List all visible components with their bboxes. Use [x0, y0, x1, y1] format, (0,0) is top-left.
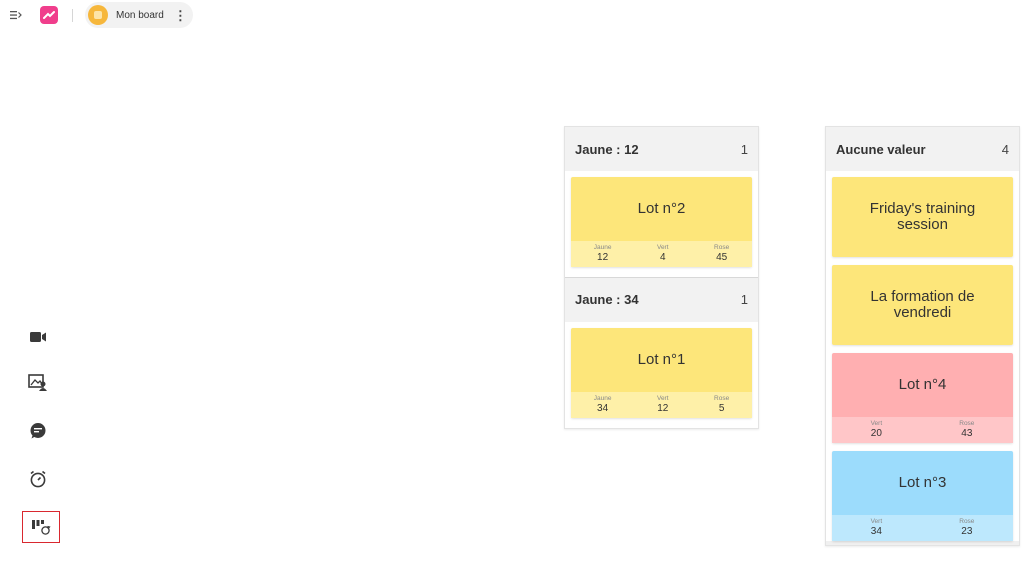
field-jaune: Jaune 12 [594, 244, 612, 264]
field-value: 45 [716, 251, 728, 263]
field-label: Rose [714, 244, 730, 251]
field-value: 12 [657, 402, 669, 414]
field-value: 4 [659, 251, 666, 263]
card-title: Lot n°1 [637, 350, 686, 368]
field-label: Vert [870, 517, 883, 525]
field-label: Rose [959, 420, 975, 427]
field-label: Vert [656, 244, 669, 251]
image-user-icon[interactable] [27, 372, 49, 394]
group-body: Lot n°2 Jaune 12 Vert 4 Rose 45 [565, 171, 758, 277]
kanban-column-jaune: Jaune : 12 1 Lot n°2 Jaune 12 Vert 4 Rose 4… [564, 126, 759, 429]
field-label: Vert [870, 420, 883, 427]
group-title: Jaune : 34 [575, 292, 639, 308]
video-icon[interactable] [27, 326, 49, 348]
group-count: 1 [740, 292, 748, 308]
board-avatar-icon [88, 5, 108, 25]
app-logo-icon[interactable] [40, 6, 58, 24]
field-vert: Vert 34 [871, 518, 883, 538]
column-group-jaune-34: Jaune : 34 1 Lot n°1 Jaune 34 Vert 12 Rose… [565, 277, 758, 428]
field-label: Rose [714, 394, 730, 402]
field-label: Rose [959, 517, 975, 525]
card-la-formation-de-vendredi[interactable]: La formation de vendredi [832, 265, 1013, 345]
group-title: Aucune valeur [836, 141, 926, 157]
card-lot-3[interactable]: Lot n°3 Vert 34 Rose 23 [832, 450, 1013, 541]
card-fridays-training-session[interactable]: Friday's training session [832, 177, 1013, 257]
field-label: Jaune [593, 394, 612, 402]
field-rose: Rose 23 [959, 518, 974, 538]
field-rose: Rose 5 [714, 395, 729, 415]
field-vert: Vert 20 [871, 420, 883, 440]
field-value: 43 [961, 427, 973, 439]
field-value: 34 [597, 402, 609, 414]
group-body: Friday's training session La formation d… [826, 171, 1019, 541]
toolbar-divider [72, 9, 73, 22]
group-header[interactable]: Jaune : 34 1 [565, 277, 758, 322]
card-fields: Vert 34 Rose 23 [832, 514, 1013, 541]
group-header[interactable]: Jaune : 12 1 [565, 127, 758, 171]
card-lot-4[interactable]: Lot n°4 Vert 20 Rose 43 [832, 353, 1013, 443]
card-title: Friday's training session [869, 199, 976, 233]
card-fields: Jaune 12 Vert 4 Rose 45 [571, 241, 752, 267]
field-value: 34 [870, 525, 882, 537]
field-label: Vert [656, 394, 669, 402]
collapse-menu-icon[interactable] [8, 8, 24, 22]
field-value: 23 [961, 525, 973, 537]
group-title: Jaune : 12 [575, 141, 639, 157]
group-body: Lot n°1 Jaune 34 Vert 12 Rose 5 [565, 321, 758, 428]
field-value: 20 [870, 427, 882, 439]
field-rose: Rose 45 [714, 244, 729, 264]
chat-icon[interactable] [27, 420, 49, 442]
card-lot-1[interactable]: Lot n°1 Jaune 34 Vert 12 Rose 5 [571, 327, 752, 418]
card-title: Lot n°3 [898, 473, 947, 491]
field-value: 12 [597, 251, 609, 263]
field-jaune: Jaune 34 [594, 395, 612, 415]
field-vert: Vert 12 [657, 395, 669, 415]
field-label: Jaune [593, 244, 612, 251]
card-title: Lot n°2 [637, 199, 686, 217]
group-count: 1 [740, 141, 748, 157]
field-value: 5 [718, 402, 725, 414]
card-fields: Vert 20 Rose 43 [832, 417, 1013, 443]
timer-icon[interactable] [27, 468, 49, 490]
card-title: La formation de vendredi [870, 287, 975, 321]
kanban-refresh-icon[interactable] [22, 511, 60, 543]
field-rose: Rose 43 [959, 420, 974, 440]
column-group-jaune-12: Jaune : 12 1 Lot n°2 Jaune 12 Vert 4 Rose 4… [565, 127, 758, 277]
group-count: 4 [1001, 141, 1009, 157]
board-selector[interactable]: Mon board ⋮ [85, 2, 193, 28]
group-header[interactable]: Aucune valeur 4 [826, 127, 1019, 171]
card-lot-2[interactable]: Lot n°2 Jaune 12 Vert 4 Rose 45 [571, 177, 752, 267]
more-vertical-icon[interactable]: ⋮ [174, 9, 187, 22]
card-fields: Jaune 34 Vert 12 Rose 5 [571, 391, 752, 418]
kanban-column-aucune-valeur: Aucune valeur 4 Friday's training sessio… [825, 126, 1020, 546]
card-title: Lot n°4 [898, 375, 947, 393]
board-title: Mon board [116, 9, 164, 21]
field-vert: Vert 4 [657, 244, 669, 264]
